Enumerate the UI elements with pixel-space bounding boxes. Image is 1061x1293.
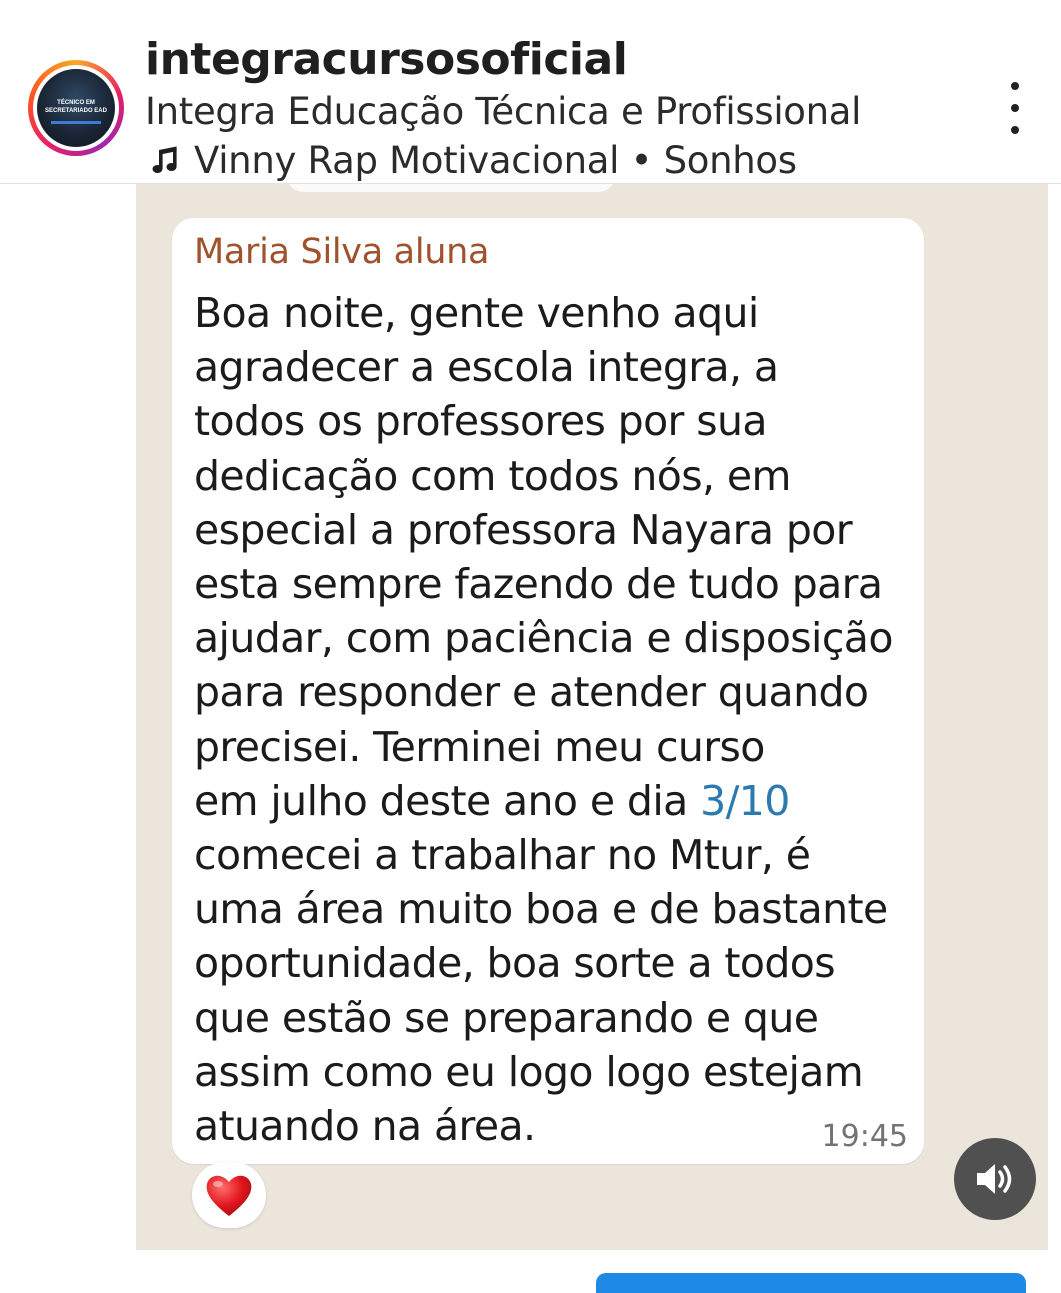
music-attribution[interactable]: Vinny Rap Motivacional • Sonhos [150, 138, 797, 182]
music-note-icon [152, 146, 177, 173]
username[interactable]: integracursosoficial [145, 34, 628, 85]
music-track-label: Vinny Rap Motivacional • Sonhos [194, 138, 797, 182]
message-line: Boa noite, gente venho aqui [194, 289, 759, 337]
chat-screenshot: Maria Silva aluna Boa noite, gente venho… [136, 184, 1048, 1250]
sender-name: Maria Silva aluna [194, 232, 490, 272]
date-link[interactable]: 3/10 [700, 777, 790, 825]
sound-toggle-button[interactable] [954, 1138, 1036, 1220]
message-line-with-date: em julho deste ano e dia 3/10 [194, 774, 914, 828]
speaker-icon [977, 1164, 1012, 1194]
menu-dot [1011, 126, 1019, 134]
message-line: atuando na área. [194, 1102, 536, 1151]
avatar-image: TÉCNICO EM SECRETARIADO EAD [37, 69, 115, 147]
message-bubble: Maria Silva aluna Boa noite, gente venho… [172, 218, 924, 1164]
message-line: uma área muito boa e de bastante [194, 885, 888, 934]
post-header: TÉCNICO EM SECRETARIADO EAD integracurso… [0, 0, 1061, 184]
message-text: Boa noite, gente venho aqui agradecer a … [194, 286, 914, 1153]
message-line: agradecer a escola integra, a [194, 343, 779, 392]
message-line: dedicação com todos nós, em [194, 451, 791, 500]
message-line: para responder e atender quando [194, 668, 869, 717]
more-vert-icon[interactable] [995, 82, 1035, 134]
reaction-badge[interactable] [192, 1162, 266, 1228]
avatar-ring-gap: TÉCNICO EM SECRETARIADO EAD [33, 65, 119, 151]
message-line: oportunidade, boa sorte a todos [194, 939, 836, 988]
message-line: especial a professora Nayara por [194, 505, 853, 554]
message-line: precisei. Terminei meu curso [194, 722, 765, 771]
message-line-prefix: em julho deste ano e dia [194, 776, 701, 825]
bottom-overlay-edge [596, 1273, 1026, 1293]
message-line: comecei a trabalhar no Mtur, é [194, 831, 811, 880]
menu-dot [1011, 104, 1019, 112]
message-line: que estão se preparando e que [194, 993, 819, 1042]
message-line: assim como eu logo logo estejam [194, 1047, 864, 1096]
menu-dot [1011, 82, 1019, 90]
message-time: 19:45 [821, 1119, 908, 1154]
message-line: esta sempre fazendo de tudo para [194, 560, 883, 609]
avatar-bar [51, 121, 101, 124]
heart-icon [206, 1175, 252, 1216]
profile-avatar[interactable]: TÉCNICO EM SECRETARIADO EAD [28, 60, 124, 156]
avatar-caption: TÉCNICO EM SECRETARIADO EAD [45, 100, 107, 114]
message-line: ajudar, com paciência e disposição [194, 614, 893, 663]
previous-message-edge [286, 184, 616, 192]
profile-full-name: Integra Educação Técnica e Profissional [145, 90, 862, 133]
message-line: todos os professores por sua [194, 397, 768, 446]
